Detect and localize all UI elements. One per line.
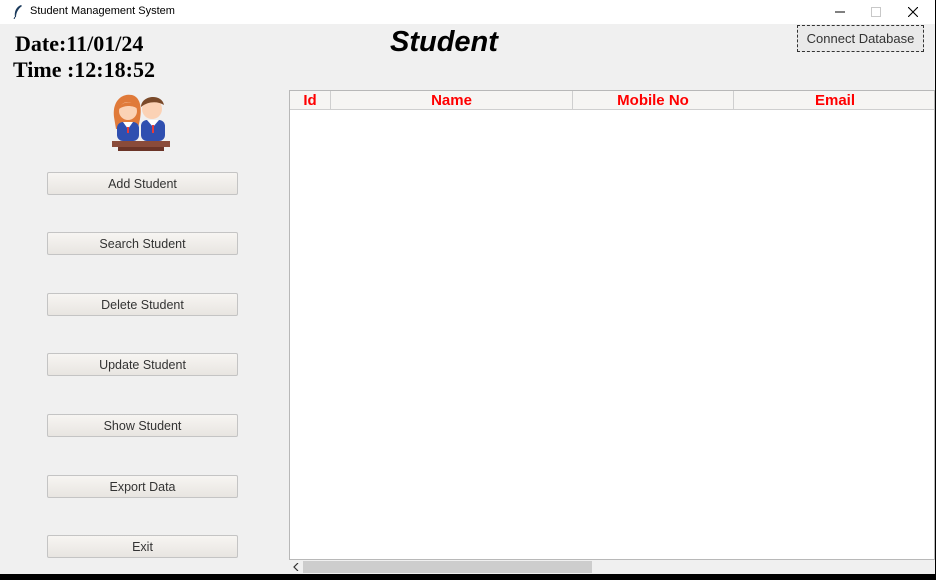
date-label: Date:11/01/24 bbox=[15, 31, 144, 56]
table-header: Id Name Mobile No Email bbox=[290, 91, 934, 111]
window-title: Student Management System bbox=[30, 5, 175, 17]
show-student-button[interactable]: Show Student bbox=[47, 414, 238, 437]
export-data-button[interactable]: Export Data bbox=[47, 475, 238, 498]
update-student-button[interactable]: Update Student bbox=[47, 353, 238, 376]
app-window: Student Management System Date:11/01/24 … bbox=[0, 0, 935, 574]
column-header-id[interactable]: Id bbox=[290, 91, 331, 110]
time-label: Time :12:18:52 bbox=[13, 57, 155, 82]
student-table[interactable]: Id Name Mobile No Email bbox=[289, 90, 935, 560]
exit-button[interactable]: Exit bbox=[47, 535, 238, 558]
connect-database-button[interactable]: Connect Database bbox=[797, 25, 924, 52]
feather-icon bbox=[13, 5, 23, 20]
minimize-icon[interactable] bbox=[822, 0, 858, 24]
column-header-name[interactable]: Name bbox=[331, 91, 573, 110]
search-student-button[interactable]: Search Student bbox=[47, 232, 238, 255]
column-header-mobile[interactable]: Mobile No bbox=[573, 91, 734, 110]
scrollbar-thumb[interactable] bbox=[303, 561, 592, 573]
delete-student-button[interactable]: Delete Student bbox=[47, 293, 238, 316]
column-header-email[interactable]: Email bbox=[734, 91, 934, 110]
scroll-left-icon[interactable] bbox=[290, 561, 302, 573]
title-bar[interactable]: Student Management System bbox=[0, 0, 935, 24]
maximize-icon[interactable] bbox=[858, 0, 894, 24]
close-icon[interactable] bbox=[895, 0, 931, 24]
horizontal-scrollbar[interactable] bbox=[289, 560, 935, 574]
add-student-button[interactable]: Add Student bbox=[47, 172, 238, 195]
page-title: Student bbox=[390, 26, 498, 58]
students-icon bbox=[108, 89, 174, 153]
